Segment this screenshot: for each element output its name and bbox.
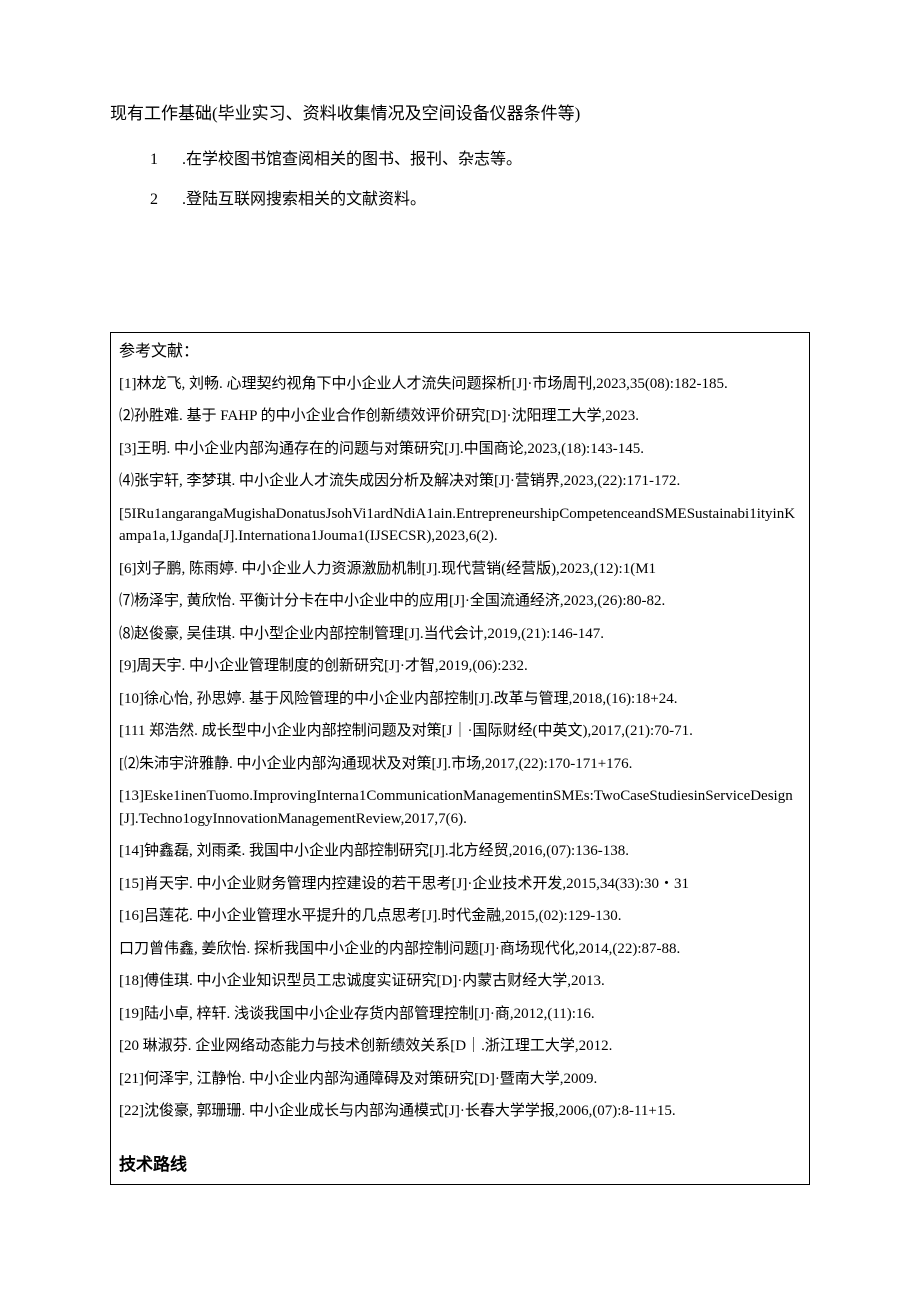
reference-item: [21]何泽宇, 江静怡. 中小企业内部沟通障碍及对策研究[D]·暨南大学,20… [119, 1068, 801, 1091]
reference-item: [5IRu1angarangaMugishaDonatusJsohVi1ardN… [119, 503, 801, 548]
list-item: 2 .登陆互联网搜索相关的文献资料。 [150, 187, 810, 213]
tech-route-title: 技术路线 [119, 1151, 801, 1178]
reference-item: ⑻赵俊豪, 吴佳琪. 中小型企业内部控制管理[J].当代会计,2019,(21)… [119, 623, 801, 646]
reference-item: [13]Eske1inenTuomo.ImprovingInterna1Comm… [119, 785, 801, 830]
reference-item: [10]徐心怡, 孙思婷. 基于风险管理的中小企业内部控制[J].改革与管理,2… [119, 688, 801, 711]
reference-item: [16]吕莲花. 中小企业管理水平提升的几点思考[J].时代金融,2015,(0… [119, 905, 801, 928]
reference-item: [3]王明. 中小企业内部沟通存在的问题与对策研究[J].中国商论,2023,(… [119, 438, 801, 461]
reference-item: [20 琳淑芬. 企业网络动态能力与技术创新绩效关系[D｜.浙江理工大学,201… [119, 1035, 801, 1058]
item-text: .登陆互联网搜索相关的文献资料。 [182, 191, 426, 208]
reference-item: [18]傅佳琪. 中小企业知识型员工忠诚度实证研究[D]·内蒙古财经大学,201… [119, 970, 801, 993]
reference-item: [6]刘子鹏, 陈雨婷. 中小企业人力资源激励机制[J].现代营销(经营版),2… [119, 558, 801, 581]
reference-item: [9]周天宇. 中小企业管理制度的创新研究[J]·才智,2019,(06):23… [119, 655, 801, 678]
reference-item: ⑺杨泽宇, 黄欣怡. 平衡计分卡在中小企业中的应用[J]·全国流通经济,2023… [119, 590, 801, 613]
reference-item: [19]陆小卓, 梓轩. 浅谈我国中小企业存货内部管理控制[J]·商,2012,… [119, 1003, 801, 1026]
list-item: 1 .在学校图书馆查阅相关的图书、报刊、杂志等。 [150, 147, 810, 173]
reference-item: [⑵朱沛宇浒雅静. 中小企业内部沟通现状及对策[J].市场,2017,(22):… [119, 753, 801, 776]
item-number: 2 [150, 187, 178, 213]
item-text: .在学校图书馆查阅相关的图书、报刊、杂志等。 [182, 151, 522, 168]
reference-item: [111 郑浩然. 成长型中小企业内部控制问题及对策[J｜·国际财经(中英文),… [119, 720, 801, 743]
reference-item: ⑷张宇轩, 李梦琪. 中小企业人才流失成因分析及解决对策[J]·营销界,2023… [119, 470, 801, 493]
reference-item: [1]林龙飞, 刘畅. 心理契约视角下中小企业人才流失问题探析[J]·市场周刊,… [119, 373, 801, 396]
work-basis-section: 现有工作基础(毕业实习、资料收集情况及空间设备仪器条件等) 1 .在学校图书馆查… [110, 100, 810, 212]
item-number: 1 [150, 147, 178, 173]
reference-item: 口刀曾伟鑫, 姜欣怡. 探析我国中小企业的内部控制问题[J]·商场现代化,201… [119, 938, 801, 961]
reference-item: [22]沈俊豪, 郭珊珊. 中小企业成长与内部沟通模式[J]·长春大学学报,20… [119, 1100, 801, 1123]
references-title: 参考文献： [119, 339, 801, 365]
references-box: 参考文献： [1]林龙飞, 刘畅. 心理契约视角下中小企业人才流失问题探析[J]… [110, 332, 810, 1185]
reference-item: [15]肖天宇. 中小企业财务管理内控建设的若干思考[J]·企业技术开发,201… [119, 873, 801, 896]
work-basis-title: 现有工作基础(毕业实习、资料收集情况及空间设备仪器条件等) [110, 100, 810, 127]
references-list: [1]林龙飞, 刘畅. 心理契约视角下中小企业人才流失问题探析[J]·市场周刊,… [119, 373, 801, 1123]
reference-item: ⑵孙胜难. 基于 FAHP 的中小企业合作创新绩效评价研究[D]·沈阳理工大学,… [119, 405, 801, 428]
reference-item: [14]钟鑫磊, 刘雨柔. 我国中小企业内部控制研究[J].北方经贸,2016,… [119, 840, 801, 863]
